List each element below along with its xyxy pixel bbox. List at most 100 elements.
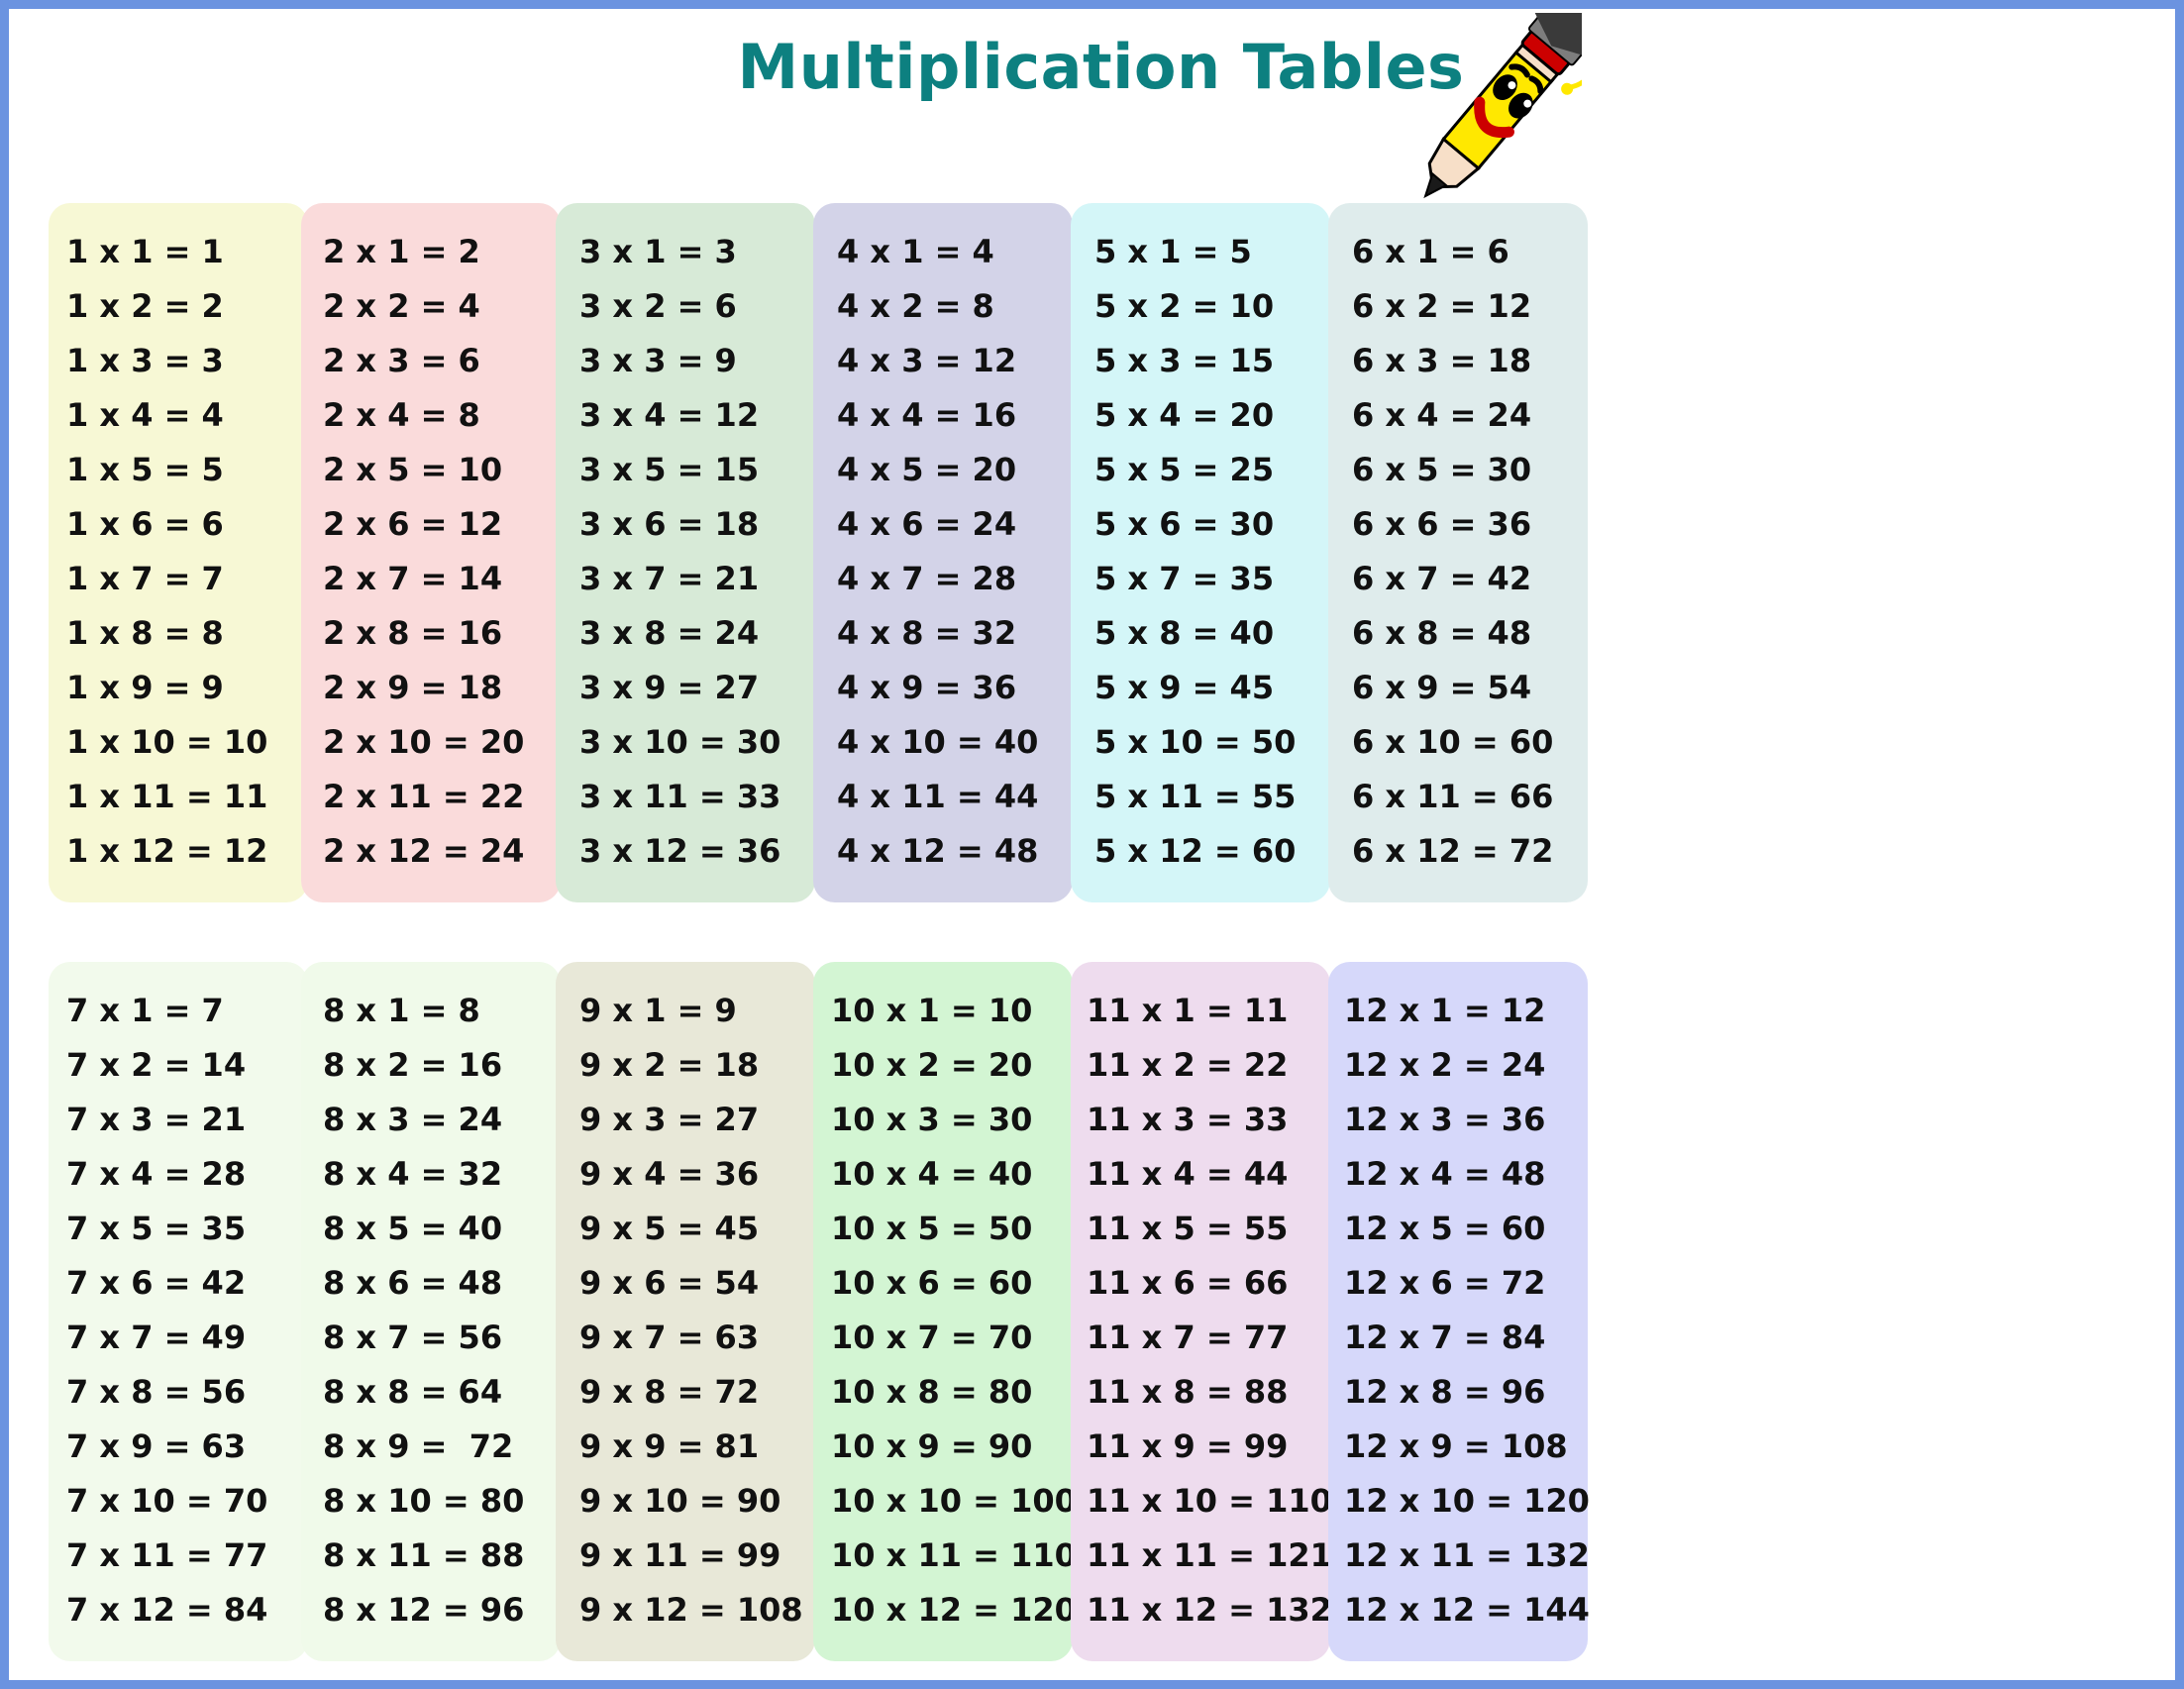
table-row: 5 x 2 = 10 xyxy=(1094,287,1275,325)
table-row: 10 x 3 = 30 xyxy=(831,1101,1033,1138)
table-row: 12 x 6 = 72 xyxy=(1344,1264,1546,1302)
table-row: 4 x 11 = 44 xyxy=(837,778,1039,815)
table-row: 10 x 8 = 80 xyxy=(831,1373,1033,1411)
table-row: 5 x 3 = 15 xyxy=(1094,342,1275,379)
table-row: 7 x 7 = 49 xyxy=(66,1319,247,1356)
table-row: 5 x 10 = 50 xyxy=(1094,723,1297,761)
table-row: 8 x 9 = 72 xyxy=(323,1427,514,1465)
table-row: 3 x 9 = 27 xyxy=(579,669,760,706)
table-row: 2 x 10 = 20 xyxy=(323,723,525,761)
table-row: 4 x 2 = 8 xyxy=(837,287,994,325)
table-row: 1 x 5 = 5 xyxy=(66,451,224,488)
table-row: 11 x 6 = 66 xyxy=(1087,1264,1289,1302)
table-row: 3 x 10 = 30 xyxy=(579,723,781,761)
table-row: 1 x 12 = 12 xyxy=(66,832,268,870)
table-row: 11 x 7 = 77 xyxy=(1087,1319,1289,1356)
table-row: 9 x 5 = 45 xyxy=(579,1210,760,1247)
table-row: 7 x 4 = 28 xyxy=(66,1155,247,1193)
table-row: 4 x 3 = 12 xyxy=(837,342,1017,379)
table-row: 5 x 12 = 60 xyxy=(1094,832,1297,870)
table-row: 7 x 3 = 21 xyxy=(66,1101,247,1138)
table-card-5: 5 x 1 = 5 5 x 2 = 10 5 x 3 = 15 5 x 4 = 20 5… xyxy=(1071,203,1330,902)
table-row: 10 x 6 = 60 xyxy=(831,1264,1033,1302)
table-row: 11 x 3 = 33 xyxy=(1087,1101,1289,1138)
table-row: 11 x 10 = 110 xyxy=(1087,1482,1332,1520)
table-row: 9 x 11 = 99 xyxy=(579,1536,781,1574)
table-row: 9 x 1 = 9 xyxy=(579,992,737,1029)
table-row: 7 x 5 = 35 xyxy=(66,1210,247,1247)
table-row: 4 x 10 = 40 xyxy=(837,723,1039,761)
table-row: 1 x 6 = 6 xyxy=(66,505,224,543)
table-row: 7 x 9 = 63 xyxy=(66,1427,247,1465)
table-row: 11 x 1 = 11 xyxy=(1087,992,1289,1029)
table-row: 6 x 2 = 12 xyxy=(1352,287,1532,325)
table-row: 5 x 8 = 40 xyxy=(1094,614,1275,652)
table-row: 7 x 11 = 77 xyxy=(66,1536,268,1574)
table-row: 10 x 2 = 20 xyxy=(831,1046,1033,1084)
table-row: 10 x 11 = 110 xyxy=(831,1536,1077,1574)
table-row: 11 x 8 = 88 xyxy=(1087,1373,1289,1411)
table-row: 5 x 5 = 25 xyxy=(1094,451,1275,488)
table-row: 6 x 6 = 36 xyxy=(1352,505,1532,543)
table-row: 12 x 8 = 96 xyxy=(1344,1373,1546,1411)
table-row: 9 x 10 = 90 xyxy=(579,1482,781,1520)
table-row: 3 x 7 = 21 xyxy=(579,560,760,597)
pencil-graduate-mascot-icon xyxy=(1394,13,1582,231)
table-row: 2 x 2 = 4 xyxy=(323,287,480,325)
table-row: 2 x 1 = 2 xyxy=(323,233,480,270)
table-row: 11 x 12 = 132 xyxy=(1087,1591,1332,1629)
table-card-9: 9 x 1 = 9 9 x 2 = 18 9 x 3 = 27 9 x 4 = 36 9… xyxy=(556,962,815,1661)
table-row: 8 x 8 = 64 xyxy=(323,1373,503,1411)
table-card-12: 12 x 1 = 12 12 x 2 = 24 12 x 3 = 36 12 x 4 … xyxy=(1328,962,1590,1661)
table-row: 5 x 9 = 45 xyxy=(1094,669,1275,706)
table-row: 10 x 12 = 120 xyxy=(831,1591,1077,1629)
table-row: 8 x 10 = 80 xyxy=(323,1482,525,1520)
tables-row-second: 7 x 1 = 7 7 x 2 = 14 7 x 3 = 21 7 x 4 = 28 7… xyxy=(9,962,2175,1675)
table-row: 1 x 9 = 9 xyxy=(66,669,224,706)
table-row: 10 x 4 = 40 xyxy=(831,1155,1033,1193)
multiplication-tables-poster: Multiplication Tables 1 x 1 = 1 1 x 2 = … xyxy=(0,0,2184,1689)
table-row: 8 x 4 = 32 xyxy=(323,1155,503,1193)
table-row: 1 x 2 = 2 xyxy=(66,287,224,325)
table-row: 11 x 11 = 121 xyxy=(1087,1536,1332,1574)
table-row: 1 x 7 = 7 xyxy=(66,560,224,597)
table-row: 6 x 3 = 18 xyxy=(1352,342,1532,379)
table-row: 1 x 4 = 4 xyxy=(66,396,224,434)
table-card-1: 1 x 1 = 1 1 x 2 = 2 1 x 3 = 3 1 x 4 = 4 1 x … xyxy=(49,203,308,902)
table-row: 11 x 4 = 44 xyxy=(1087,1155,1289,1193)
table-row: 12 x 4 = 48 xyxy=(1344,1155,1546,1193)
table-row: 1 x 3 = 3 xyxy=(66,342,224,379)
table-row: 6 x 9 = 54 xyxy=(1352,669,1532,706)
table-row: 8 x 5 = 40 xyxy=(323,1210,503,1247)
table-row: 8 x 6 = 48 xyxy=(323,1264,503,1302)
table-row: 6 x 7 = 42 xyxy=(1352,560,1532,597)
table-row: 2 x 5 = 10 xyxy=(323,451,503,488)
table-row: 2 x 8 = 16 xyxy=(323,614,503,652)
table-row: 3 x 6 = 18 xyxy=(579,505,760,543)
table-row: 9 x 6 = 54 xyxy=(579,1264,760,1302)
table-row: 3 x 12 = 36 xyxy=(579,832,781,870)
table-row: 3 x 3 = 9 xyxy=(579,342,737,379)
table-card-2: 2 x 1 = 2 2 x 2 = 4 2 x 3 = 6 2 x 4 = 8 2 x … xyxy=(301,203,561,902)
table-row: 6 x 8 = 48 xyxy=(1352,614,1532,652)
table-row: 3 x 1 = 3 xyxy=(579,233,737,270)
table-row: 4 x 9 = 36 xyxy=(837,669,1017,706)
table-card-6: 6 x 1 = 6 6 x 2 = 12 6 x 3 = 18 6 x 4 = 24 6… xyxy=(1328,203,1588,902)
table-row: 7 x 8 = 56 xyxy=(66,1373,247,1411)
table-row: 10 x 10 = 100 xyxy=(831,1482,1077,1520)
table-row: 12 x 3 = 36 xyxy=(1344,1101,1546,1138)
table-row: 10 x 5 = 50 xyxy=(831,1210,1033,1247)
table-row: 4 x 12 = 48 xyxy=(837,832,1039,870)
table-row: 12 x 2 = 24 xyxy=(1344,1046,1546,1084)
table-row: 1 x 11 = 11 xyxy=(66,778,268,815)
table-card-8: 8 x 1 = 8 8 x 2 = 16 8 x 3 = 24 8 x 4 = 32 8… xyxy=(301,962,561,1661)
table-row: 4 x 5 = 20 xyxy=(837,451,1017,488)
table-row: 3 x 11 = 33 xyxy=(579,778,781,815)
table-row: 9 x 9 = 81 xyxy=(579,1427,760,1465)
table-row: 2 x 3 = 6 xyxy=(323,342,480,379)
table-row: 12 x 1 = 12 xyxy=(1344,992,1546,1029)
table-row: 4 x 7 = 28 xyxy=(837,560,1017,597)
table-card-3: 3 x 1 = 3 3 x 2 = 6 3 x 3 = 9 3 x 4 = 12 3 x… xyxy=(556,203,815,902)
table-row: 8 x 7 = 56 xyxy=(323,1319,503,1356)
table-row: 4 x 1 = 4 xyxy=(837,233,994,270)
